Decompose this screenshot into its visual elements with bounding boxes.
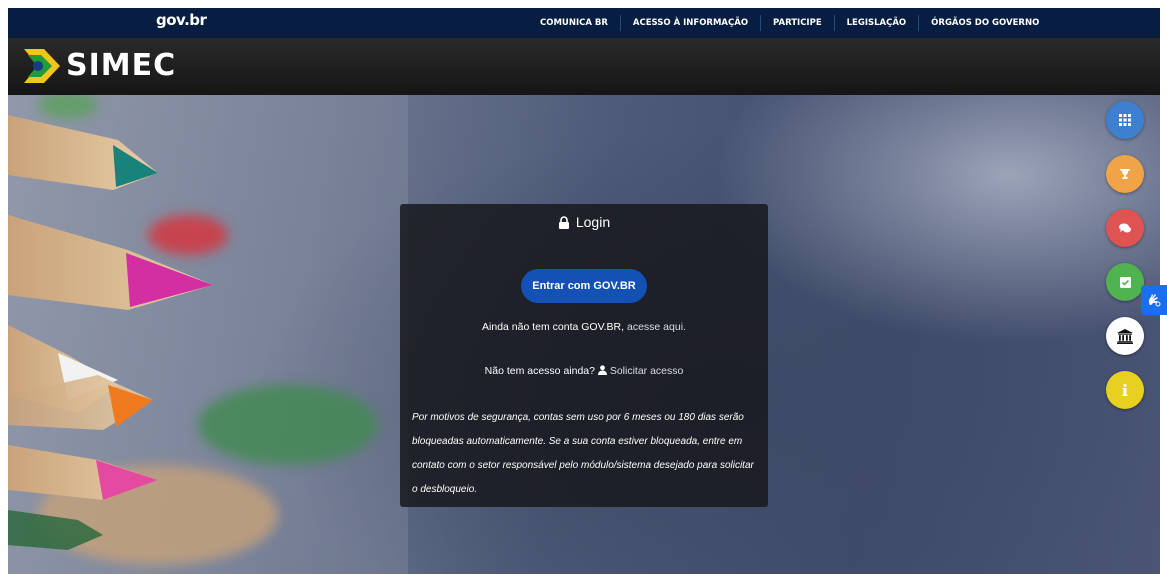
checklist-button[interactable]: [1106, 263, 1144, 301]
simec-logo[interactable]: SIMEC: [24, 48, 176, 83]
chat-button[interactable]: [1106, 209, 1144, 247]
request-access-link[interactable]: Solicitar acesso: [610, 365, 684, 377]
check-square-icon: [1119, 276, 1131, 288]
grid-menu-button[interactable]: [1106, 101, 1144, 139]
no-access-text: Não tem acesso ainda? Solicitar acesso: [400, 365, 768, 377]
govbr-logo[interactable]: gov.br: [156, 11, 207, 29]
nav-acesso-informacao[interactable]: ACESSO À INFORMAÇÃO: [619, 15, 760, 31]
create-account-link[interactable]: acesse aqui.: [627, 321, 686, 333]
gov-br-login-button[interactable]: Entrar com GOV.BR: [521, 269, 647, 303]
govbr-top-bar: gov.br COMUNICA BR ACESSO À INFORMAÇÃO P…: [8, 8, 1160, 39]
grid-icon: [1119, 114, 1131, 126]
govbr-nav: COMUNICA BR ACESSO À INFORMAÇÃO PARTICIP…: [528, 8, 1051, 38]
user-icon: [597, 365, 607, 375]
colored-pencils-image: [8, 95, 408, 574]
simec-logo-text: SIMEC: [66, 48, 177, 83]
vlibras-accessibility-button[interactable]: [1141, 285, 1167, 315]
no-account-prefix: Ainda não tem conta GOV.BR,: [482, 321, 627, 333]
info-button[interactable]: [1106, 371, 1144, 409]
nav-orgaos-governo[interactable]: ÓRGÃOS DO GOVERNO: [918, 15, 1051, 31]
no-account-text: Ainda não tem conta GOV.BR, acesse aqui.: [400, 321, 768, 333]
security-notice: Por motivos de segurança, contas sem uso…: [412, 412, 754, 495]
sign-language-icon: [1149, 294, 1161, 307]
chat-icon: [1119, 223, 1131, 232]
simec-logo-icon: [24, 48, 60, 83]
info-icon: [1122, 384, 1128, 396]
nav-participe[interactable]: PARTICIPE: [760, 15, 834, 31]
login-panel: Login Entrar com GOV.BR Ainda não tem co…: [400, 204, 768, 507]
no-access-prefix: Não tem acesso ainda?: [484, 365, 598, 377]
login-title: Login: [400, 214, 768, 230]
trophy-icon: [1120, 169, 1130, 179]
nav-legislacao[interactable]: LEGISLAÇÃO: [833, 15, 919, 31]
login-title-text: Login: [575, 214, 611, 230]
institution-button[interactable]: [1106, 317, 1144, 355]
simec-header: SIMEC: [8, 38, 1160, 95]
bank-icon: [1117, 328, 1133, 344]
lock-icon: [558, 215, 569, 229]
nav-comunica-br[interactable]: COMUNICA BR: [528, 15, 620, 31]
trophy-button[interactable]: [1106, 155, 1144, 193]
